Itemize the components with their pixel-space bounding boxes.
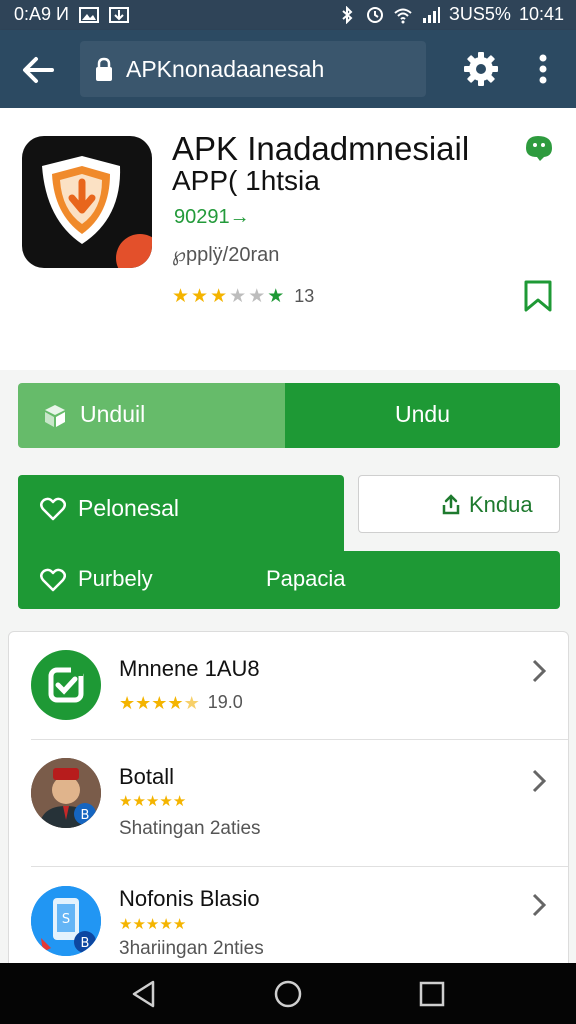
bluetooth-icon <box>342 5 353 24</box>
list-item-stars: ★ ★ ★ ★ ★ <box>119 915 186 935</box>
list-item-subtitle: Shatingan 2aties <box>119 818 261 839</box>
app-title: APK Inadadmnesiail <box>172 130 470 167</box>
back-triangle-icon[interactable] <box>129 979 159 1009</box>
divider <box>31 866 568 867</box>
sync-check-icon <box>48 666 84 703</box>
star-icon: ★ <box>159 916 173 933</box>
star-icon: ★ <box>172 916 187 933</box>
person-photo-icon: B <box>31 758 101 828</box>
signal-icon <box>423 6 441 23</box>
image-icon <box>78 6 99 23</box>
status-time: 10:41 <box>518 4 564 24</box>
wifi-icon <box>394 8 412 23</box>
recents-square-icon[interactable] <box>417 979 447 1009</box>
url-bar[interactable]: APKnonadaanesah <box>80 41 426 97</box>
app-version-text[interactable]: 90291→ <box>174 206 250 229</box>
related-apps-list: Mnnene 1AU8 ★ ★ ★ ★ ★ 19.0 B Botall ★ ★ … <box>8 631 569 971</box>
clock-icon <box>367 6 384 23</box>
chevron-right-icon[interactable] <box>529 892 549 918</box>
star-icon: ★ <box>248 285 266 307</box>
purchase-bar: Purbely Papacia <box>18 551 560 609</box>
star-icon: ★ <box>145 916 160 933</box>
status-left-text: 0:A9 И <box>14 4 69 24</box>
kndua-label: Kndua <box>469 492 533 517</box>
star-icon: ★ <box>183 692 200 713</box>
more-vertical-icon[interactable] <box>528 50 558 88</box>
app-stars: ★ ★ ★ ★ ★ ★ 13 <box>172 286 314 307</box>
list-item-title: Nofonis Blasio <box>119 886 260 911</box>
avatar <box>31 650 101 720</box>
svg-text:B: B <box>81 936 90 951</box>
back-arrow-icon[interactable] <box>16 48 60 92</box>
star-icon: ★ <box>132 793 146 810</box>
download-icon <box>108 6 129 23</box>
list-item-subtitle: 3hariingan 2nties <box>119 938 264 959</box>
svg-text:B: B <box>81 808 90 823</box>
star-icon: ★ <box>167 692 184 713</box>
papacia-button[interactable]: Papacia <box>266 566 346 592</box>
download-button[interactable]: Undu <box>285 383 560 448</box>
download-row: Unduil Undu <box>18 383 560 448</box>
actions-block: Pelonesal Kndua Purbely Papacia <box>18 475 560 609</box>
home-circle-icon[interactable] <box>273 979 303 1009</box>
browser-toolbar: APKnonadaanesah <box>0 30 576 108</box>
battery-text: ЗUS5% <box>449 4 511 24</box>
phone-app-icon: S B <box>31 886 101 956</box>
star-icon: ★ <box>151 692 168 713</box>
download-left-button[interactable]: Unduil <box>18 383 285 448</box>
heart-icon[interactable] <box>40 568 66 592</box>
status-bar: 0:A9 И ЗUS5% 10:41 <box>0 0 576 30</box>
star-icon: ★ <box>119 692 136 713</box>
star-icon: ★ <box>172 793 187 810</box>
app-subtitle: APP( 1htsia <box>172 165 320 196</box>
svg-text:S: S <box>62 912 70 927</box>
list-item-title: Botall <box>119 764 175 789</box>
avatar: B <box>31 758 101 828</box>
list-item[interactable]: B Botall ★ ★ ★ ★ ★ Shatingan 2aties <box>9 740 568 848</box>
app-meta: ℘pplÿ/20ran <box>172 244 280 266</box>
star-icon: ★ <box>267 285 285 307</box>
heart-check-icon <box>40 497 66 521</box>
star-icon: ★ <box>135 692 152 713</box>
rating-count: 13 <box>294 286 315 306</box>
chevron-right-icon[interactable] <box>529 768 549 794</box>
list-item-count: 19.0 <box>207 692 243 712</box>
pelonesal-label: Pelonesal <box>78 495 180 521</box>
app-icon[interactable] <box>22 136 152 268</box>
system-nav-bar <box>0 963 576 1024</box>
gear-icon[interactable] <box>462 50 500 88</box>
chevron-right-icon[interactable] <box>529 658 549 684</box>
cube-icon <box>45 405 65 427</box>
star-icon: ★ <box>159 793 173 810</box>
android-badge-icon <box>526 136 552 161</box>
list-item[interactable]: S B Nofonis Blasio ★ ★ ★ ★ ★ 3hariingan … <box>9 868 568 970</box>
download-label: Undu <box>395 401 450 427</box>
share-upload-icon <box>442 494 460 515</box>
pelonesal-button[interactable]: Pelonesal <box>18 475 344 553</box>
star-icon: ★ <box>191 285 209 307</box>
star-icon: ★ <box>132 916 146 933</box>
star-icon: ★ <box>172 285 190 307</box>
bookmark-icon[interactable] <box>522 278 554 314</box>
list-item-stars: ★ ★ ★ ★ ★ <box>119 792 186 812</box>
url-text: APKnonadaanesah <box>126 56 325 82</box>
list-item-stars: ★ ★ ★ ★ ★ 19.0 <box>119 692 243 713</box>
list-item-title: Mnnene 1AU8 <box>119 656 260 681</box>
list-item[interactable]: Mnnene 1AU8 ★ ★ ★ ★ ★ 19.0 <box>9 632 568 740</box>
star-icon: ★ <box>119 793 133 810</box>
star-icon: ★ <box>229 285 247 307</box>
star-icon: ★ <box>145 793 160 810</box>
star-icon: ★ <box>210 285 228 307</box>
app-header: APK Inadadmnesiail APP( 1htsia 90291→ ℘p… <box>0 108 576 370</box>
lock-icon <box>96 57 112 81</box>
star-icon: ★ <box>119 916 133 933</box>
purbely-button[interactable]: Purbely <box>78 566 153 592</box>
shield-logo-icon <box>42 156 152 268</box>
download-left-label: Unduil <box>80 401 146 427</box>
avatar: S B <box>31 886 101 956</box>
kndua-button[interactable]: Kndua <box>358 475 560 533</box>
